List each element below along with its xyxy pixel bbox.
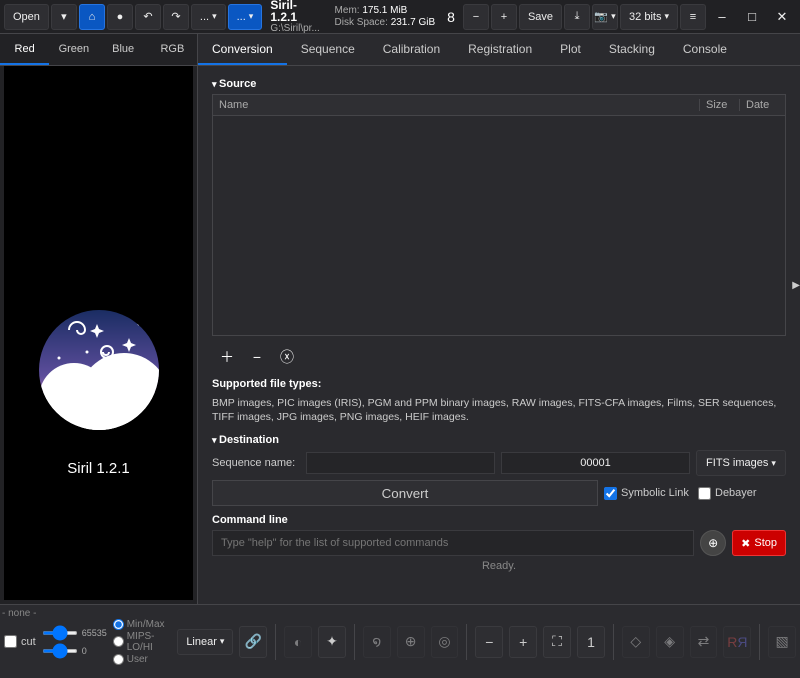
tab-green[interactable]: Green xyxy=(49,34,98,65)
remove-file-button[interactable]: − xyxy=(246,346,268,368)
save-button[interactable]: Save xyxy=(519,4,562,30)
left-pane: Red Green Blue RGB xyxy=(0,34,198,604)
lo-value: 0 xyxy=(82,646,87,656)
hi-value: 65535 xyxy=(82,628,107,638)
cut-label: cut xyxy=(21,636,36,648)
top-toolbar: Open ▾ ⌂ ● ↶ ↷ ... ... Siril-1.2.1 G:\Si… xyxy=(0,0,800,34)
col-name[interactable]: Name xyxy=(219,99,699,111)
spiral-button[interactable]: ໑ xyxy=(363,626,391,658)
mirror-h-button[interactable]: ⇄ xyxy=(690,626,718,658)
siril-logo xyxy=(39,310,159,430)
file-table-body[interactable] xyxy=(212,116,786,336)
lo-slider[interactable] xyxy=(42,649,78,653)
command-input[interactable] xyxy=(212,530,694,556)
user-radio[interactable]: User xyxy=(113,654,172,665)
tab-conversion[interactable]: Conversion xyxy=(198,34,287,65)
layers-button[interactable]: ▧ xyxy=(768,626,796,658)
tab-red[interactable]: Red xyxy=(0,34,49,65)
add-file-button[interactable]: ＋ xyxy=(216,346,238,368)
thread-count[interactable]: 8 xyxy=(441,9,461,25)
expand-right-icon[interactable]: ▶ xyxy=(792,280,800,291)
open-dropdown[interactable]: ▾ xyxy=(51,4,77,30)
app-path: G:\Siril\pr... xyxy=(270,23,322,35)
snapshot-button[interactable]: 📷 xyxy=(592,4,618,30)
status-ready: Ready. xyxy=(212,560,786,572)
world-button[interactable]: ⊕ xyxy=(700,530,726,556)
hi-slider[interactable] xyxy=(42,631,78,635)
stop-button[interactable]: ✖ Stop xyxy=(732,530,786,556)
convert-button[interactable]: Convert xyxy=(212,480,598,506)
zoom-in-button[interactable]: + xyxy=(509,626,537,658)
mips-radio[interactable]: MIPS-LO/HI xyxy=(113,631,172,653)
seq-name-input[interactable] xyxy=(306,452,495,474)
logo-text: Siril 1.2.1 xyxy=(67,460,130,477)
main-area: Red Green Blue RGB xyxy=(0,34,800,604)
none-label: - none - xyxy=(2,608,36,619)
seq-number-input[interactable] xyxy=(501,452,690,474)
zoom-fit-button[interactable]: ⛶ xyxy=(543,626,571,658)
cut-check[interactable] xyxy=(4,635,17,648)
record-button[interactable]: ● xyxy=(107,4,133,30)
minus-button[interactable]: − xyxy=(463,4,489,30)
undo-button[interactable]: ↶ xyxy=(135,4,161,30)
col-size[interactable]: Size xyxy=(699,99,739,111)
memory-info: Mem: 175.1 MiB Disk Space: 231.7 GiB xyxy=(331,5,440,29)
file-table-header: Name Size Date xyxy=(212,94,786,116)
right-pane: Conversion Sequence Calibration Registra… xyxy=(198,34,800,604)
conversion-panel: Source Name Size Date ＋ − ⓧ Supported fi… xyxy=(198,66,800,604)
destination-header[interactable]: Destination xyxy=(212,434,786,446)
supported-header: Supported file types: xyxy=(212,378,786,390)
rotate-left-button[interactable]: ◇ xyxy=(622,626,650,658)
dots-dropdown-1[interactable]: ... xyxy=(191,4,226,30)
mirror-v-button[interactable]: RЯ xyxy=(723,626,751,658)
clear-files-button[interactable]: ⓧ xyxy=(276,346,298,368)
app-title: Siril-1.2.1 xyxy=(270,0,322,23)
star-button[interactable]: ✦ xyxy=(318,626,346,658)
bottom-toolbar: cut 65535 0 Min/Max MIPS-LO/HI User Line… xyxy=(0,604,800,678)
debayer-check[interactable]: Debayer xyxy=(698,487,786,500)
minmax-radio[interactable]: Min/Max xyxy=(113,619,172,630)
zoom-one-button[interactable]: 1 xyxy=(577,626,605,658)
source-header[interactable]: Source xyxy=(212,78,786,90)
save-as-button[interactable]: ⤓ xyxy=(564,4,590,30)
home-button[interactable]: ⌂ xyxy=(79,4,105,30)
open-button[interactable]: Open xyxy=(4,4,49,30)
cmdline-label: Command line xyxy=(212,514,786,526)
process-tabs: Conversion Sequence Calibration Registra… xyxy=(198,34,800,66)
bits-dropdown[interactable]: 32 bits xyxy=(620,4,678,30)
title-block: Siril-1.2.1 G:\Siril\pr... xyxy=(264,0,328,35)
hamburger-menu[interactable]: ≡ xyxy=(680,4,706,30)
tab-console[interactable]: Console xyxy=(669,34,741,65)
close-window[interactable]: ✕ xyxy=(768,4,796,30)
minimize-window[interactable]: – xyxy=(708,4,736,30)
tab-calibration[interactable]: Calibration xyxy=(369,34,454,65)
col-date[interactable]: Date xyxy=(739,99,779,111)
tab-rgb[interactable]: RGB xyxy=(148,34,197,65)
target-button[interactable]: ◎ xyxy=(431,626,459,658)
stretch-dropdown[interactable]: Linear xyxy=(177,629,233,655)
invert-button[interactable]: ◐ xyxy=(284,626,312,658)
tab-blue[interactable]: Blue xyxy=(99,34,148,65)
seq-name-label: Sequence name: xyxy=(212,457,300,469)
tab-stacking[interactable]: Stacking xyxy=(595,34,669,65)
format-dropdown[interactable]: FITS images xyxy=(696,450,786,476)
symlink-check[interactable]: Symbolic Link xyxy=(604,487,692,500)
tab-registration[interactable]: Registration xyxy=(454,34,546,65)
rotate-right-button[interactable]: ◈ xyxy=(656,626,684,658)
tab-sequence[interactable]: Sequence xyxy=(287,34,369,65)
supported-text: BMP images, PIC images (IRIS), PGM and P… xyxy=(212,396,786,424)
globe-button[interactable]: ⊕ xyxy=(397,626,425,658)
tab-plot[interactable]: Plot xyxy=(546,34,595,65)
maximize-window[interactable]: □ xyxy=(738,4,766,30)
plus-button[interactable]: + xyxy=(491,4,517,30)
dots-dropdown-2[interactable]: ... xyxy=(228,4,263,30)
channel-tabs: Red Green Blue RGB xyxy=(0,34,197,66)
redo-button[interactable]: ↷ xyxy=(163,4,189,30)
chain-button[interactable]: 🔗 xyxy=(239,626,267,658)
zoom-out-button[interactable]: − xyxy=(475,626,503,658)
preview-area: Siril 1.2.1 xyxy=(4,66,193,600)
